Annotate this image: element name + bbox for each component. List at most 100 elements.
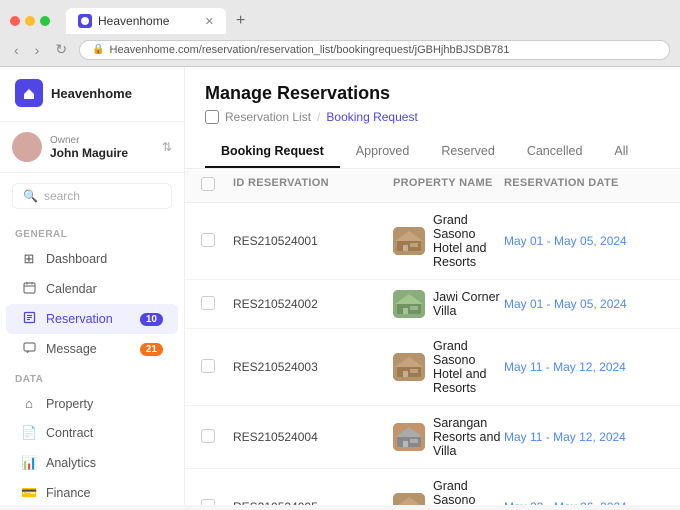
brand-logo-icon xyxy=(15,79,43,107)
property-cell: Jawi Corner Villa xyxy=(393,290,504,318)
table-row[interactable]: RES210524002 Jawi Corner Villa May 01 - … xyxy=(185,280,680,329)
tab-close-icon[interactable]: ✕ xyxy=(205,15,214,28)
reservation-badge: 10 xyxy=(140,313,163,326)
row-checkbox[interactable] xyxy=(201,429,233,446)
property-thumbnail xyxy=(393,227,425,255)
reservation-icon xyxy=(21,311,37,327)
search-icon: 🔍 xyxy=(23,189,38,203)
date-range: May 23 - May 26, 2024 xyxy=(504,500,664,505)
forward-button[interactable]: › xyxy=(31,40,44,60)
property-thumbnail xyxy=(393,423,425,451)
user-info: Owner John Maguire xyxy=(50,135,154,160)
main-header: Manage Reservations Reservation List / B… xyxy=(185,67,680,169)
sidebar-item-message[interactable]: Message 21 xyxy=(6,334,178,364)
sidebar-item-reservation[interactable]: Reservation 10 xyxy=(6,304,178,334)
row-checkbox[interactable] xyxy=(201,296,233,313)
message-icon xyxy=(21,341,37,357)
tab-all[interactable]: All xyxy=(598,136,644,168)
sidebar-item-label: Analytics xyxy=(46,456,96,470)
window-controls xyxy=(10,16,50,26)
property-cell: Grand Sasono Hotel and Resorts xyxy=(393,213,504,269)
sidebar-item-calendar[interactable]: Calendar xyxy=(6,274,178,304)
table-body: RES210524001 Grand Sasono Hotel and Reso… xyxy=(185,203,680,505)
date-range: May 01 - May 05, 2024 xyxy=(504,234,664,248)
sidebar-item-analytics[interactable]: 📊 Analytics xyxy=(6,448,178,478)
tab-label: Heavenhome xyxy=(98,14,169,28)
reservation-id: RES210524001 xyxy=(233,234,393,248)
sidebar-item-label: Property xyxy=(46,397,93,411)
favicon-icon xyxy=(78,14,92,28)
sidebar-item-property[interactable]: ⌂ Property xyxy=(6,389,178,418)
page-title: Manage Reservations xyxy=(205,83,660,104)
table-row[interactable]: RES210524001 Grand Sasono Hotel and Reso… xyxy=(185,203,680,280)
table-header: ID RESERVATION PROPERTY NAME RESERVATION… xyxy=(185,169,680,203)
breadcrumb: Reservation List / Booking Request xyxy=(205,110,660,124)
address-bar: ‹ › ↻ 🔒 Heavenhome.com/reservation/reser… xyxy=(0,34,680,66)
reservation-id: RES210524002 xyxy=(233,297,393,311)
lock-icon: 🔒 xyxy=(92,44,104,55)
contract-icon: 📄 xyxy=(21,425,37,441)
sidebar-item-label: Contract xyxy=(46,426,93,440)
sidebar-item-finance[interactable]: 💳 Finance xyxy=(6,478,178,505)
tab-approved[interactable]: Approved xyxy=(340,136,426,168)
reservation-id: RES210524003 xyxy=(233,360,393,374)
user-name: John Maguire xyxy=(50,146,154,160)
sidebar-item-label: Calendar xyxy=(46,282,97,296)
table-row[interactable]: RES210524004 Sarangan Resorts and Villa … xyxy=(185,406,680,469)
sidebar-item-contract[interactable]: 📄 Contract xyxy=(6,418,178,448)
property-icon: ⌂ xyxy=(21,396,37,411)
search-box[interactable]: 🔍 search xyxy=(12,183,172,209)
app-layout: Heavenhome Owner John Maguire ⇅ 🔍 search… xyxy=(0,67,680,505)
maximize-dot[interactable] xyxy=(40,16,50,26)
sidebar-item-label: Message xyxy=(46,342,97,356)
avatar xyxy=(12,132,42,162)
dashboard-icon: ⊞ xyxy=(21,251,37,267)
user-menu-toggle[interactable]: ⇅ xyxy=(162,140,172,154)
back-button[interactable]: ‹ xyxy=(10,40,23,60)
table-row[interactable]: RES210524005 Grand Sasono Hotel and Reso… xyxy=(185,469,680,505)
property-thumbnail xyxy=(393,353,425,381)
tab-booking-request[interactable]: Booking Request xyxy=(205,136,340,168)
analytics-icon: 📊 xyxy=(21,455,37,471)
tab-reserved[interactable]: Reserved xyxy=(425,136,511,168)
url-bar[interactable]: 🔒 Heavenhome.com/reservation/reservation… xyxy=(79,40,670,60)
col-date: RESERVATION DATE xyxy=(504,177,664,194)
user-section: Owner John Maguire ⇅ xyxy=(0,122,184,173)
user-role: Owner xyxy=(50,135,154,146)
breadcrumb-separator: / xyxy=(317,110,320,124)
nav-section-general: GENERAL xyxy=(0,219,184,244)
property-name: Grand Sasono Hotel and Resorts xyxy=(433,339,504,395)
col-property: PROPERTY NAME xyxy=(393,177,504,194)
main-content: Manage Reservations Reservation List / B… xyxy=(185,67,680,505)
date-range: May 11 - May 12, 2024 xyxy=(504,430,664,444)
brand-name: Heavenhome xyxy=(51,86,132,101)
tabs: Booking Request Approved Reserved Cancel… xyxy=(205,136,660,168)
date-range: May 01 - May 05, 2024 xyxy=(504,297,664,311)
new-tab-button[interactable]: + xyxy=(232,12,249,30)
header-checkbox xyxy=(201,177,233,194)
sidebar-item-dashboard[interactable]: ⊞ Dashboard xyxy=(6,244,178,274)
minimize-dot[interactable] xyxy=(25,16,35,26)
property-cell: Sarangan Resorts and Villa xyxy=(393,416,504,458)
finance-icon: 💳 xyxy=(21,485,37,501)
message-badge: 21 xyxy=(140,343,163,356)
row-checkbox[interactable] xyxy=(201,499,233,506)
breadcrumb-item-1[interactable]: Reservation List xyxy=(225,110,311,124)
property-name: Grand Sasono Hotel and Resorts xyxy=(433,213,504,269)
row-checkbox[interactable] xyxy=(201,359,233,376)
url-text: Heavenhome.com/reservation/reservation_l… xyxy=(110,44,510,56)
browser-tab[interactable]: Heavenhome ✕ xyxy=(66,8,226,34)
property-cell: Grand Sasono Hotel and Resorts xyxy=(393,479,504,505)
sidebar: Heavenhome Owner John Maguire ⇅ 🔍 search… xyxy=(0,67,185,505)
reload-button[interactable]: ↻ xyxy=(51,39,71,60)
row-checkbox[interactable] xyxy=(201,233,233,250)
close-dot[interactable] xyxy=(10,16,20,26)
table-row[interactable]: RES210524003 Grand Sasono Hotel and Reso… xyxy=(185,329,680,406)
sidebar-item-label: Dashboard xyxy=(46,252,107,266)
tab-cancelled[interactable]: Cancelled xyxy=(511,136,599,168)
sidebar-item-label: Finance xyxy=(46,486,90,500)
reservations-table: ID RESERVATION PROPERTY NAME RESERVATION… xyxy=(185,169,680,505)
col-id: ID RESERVATION xyxy=(233,177,393,194)
property-thumbnail xyxy=(393,290,425,318)
calendar-icon xyxy=(21,281,37,297)
